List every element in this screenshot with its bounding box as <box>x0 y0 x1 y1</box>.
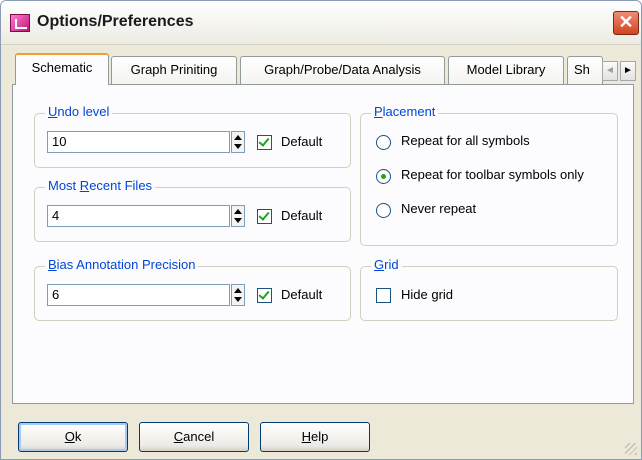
radio-label-repeat-all: Repeat for all symbols <box>401 133 530 148</box>
tab-sh-partial[interactable]: Sh <box>567 56 603 84</box>
resize-grip-icon[interactable] <box>625 443 637 455</box>
undo-level-input[interactable]: 10 <box>47 131 230 153</box>
radio-label-repeat-toolbar: Repeat for toolbar symbols only <box>401 167 584 182</box>
spin-up-icon <box>234 209 242 214</box>
spin-down-icon <box>234 218 242 223</box>
options-dialog: Options/Preferences ✕ Schematic Graph Pr… <box>0 0 642 460</box>
hide-grid-checkbox[interactable] <box>376 288 391 303</box>
close-button[interactable]: ✕ <box>613 11 639 35</box>
radio-repeat-toolbar-symbols[interactable] <box>376 169 391 184</box>
cancel-button[interactable]: Cancel <box>139 422 249 452</box>
tab-schematic[interactable]: Schematic <box>15 53 109 85</box>
grid-label: Grid <box>371 257 402 272</box>
window-title: Options/Preferences <box>37 13 194 30</box>
radio-never-repeat[interactable] <box>376 203 391 218</box>
tab-scroll-left-button[interactable]: ◄ <box>602 61 618 81</box>
bias-precision-label: Bias Annotation Precision <box>45 257 199 272</box>
spin-up-icon <box>234 288 242 293</box>
tab-graph-probe-data-analysis[interactable]: Graph/Probe/Data Analysis <box>240 56 445 84</box>
ok-button[interactable]: Ok <box>18 422 128 452</box>
checkmark-icon <box>258 288 270 300</box>
placement-label: Placement <box>371 104 439 119</box>
tab-model-library[interactable]: Model Library <box>448 56 564 84</box>
recent-files-input[interactable]: 4 <box>47 205 230 227</box>
undo-default-checkbox[interactable] <box>257 135 272 150</box>
help-button[interactable]: Help <box>260 422 370 452</box>
hide-grid-label: Hide grid <box>401 287 454 302</box>
title-bar[interactable]: Options/Preferences ✕ <box>1 1 641 45</box>
bias-precision-input[interactable]: 6 <box>47 284 230 306</box>
recent-files-spinner[interactable] <box>231 205 245 227</box>
radio-repeat-all-symbols[interactable] <box>376 135 391 150</box>
tab-scroll-right-button[interactable]: ► <box>620 61 636 81</box>
radio-selected-dot-icon <box>381 174 386 179</box>
radio-label-never-repeat: Never repeat <box>401 201 477 216</box>
spin-down-icon <box>234 144 242 149</box>
spin-down-icon <box>234 297 242 302</box>
grid-group <box>360 266 618 321</box>
app-icon <box>10 14 30 32</box>
undo-level-label: Undo level <box>45 104 113 119</box>
tab-graph-printing[interactable]: Graph Priniting <box>111 56 237 84</box>
checkmark-icon <box>258 209 270 221</box>
undo-level-spinner[interactable] <box>231 131 245 153</box>
bias-default-checkbox[interactable] <box>257 288 272 303</box>
spin-up-icon <box>234 135 242 140</box>
recent-files-label: Most Recent Files <box>45 178 156 193</box>
undo-default-label: Default <box>281 134 323 149</box>
bias-precision-spinner[interactable] <box>231 284 245 306</box>
recent-default-label: Default <box>281 208 323 223</box>
recent-default-checkbox[interactable] <box>257 209 272 224</box>
checkmark-icon <box>258 135 270 147</box>
bias-default-label: Default <box>281 287 323 302</box>
